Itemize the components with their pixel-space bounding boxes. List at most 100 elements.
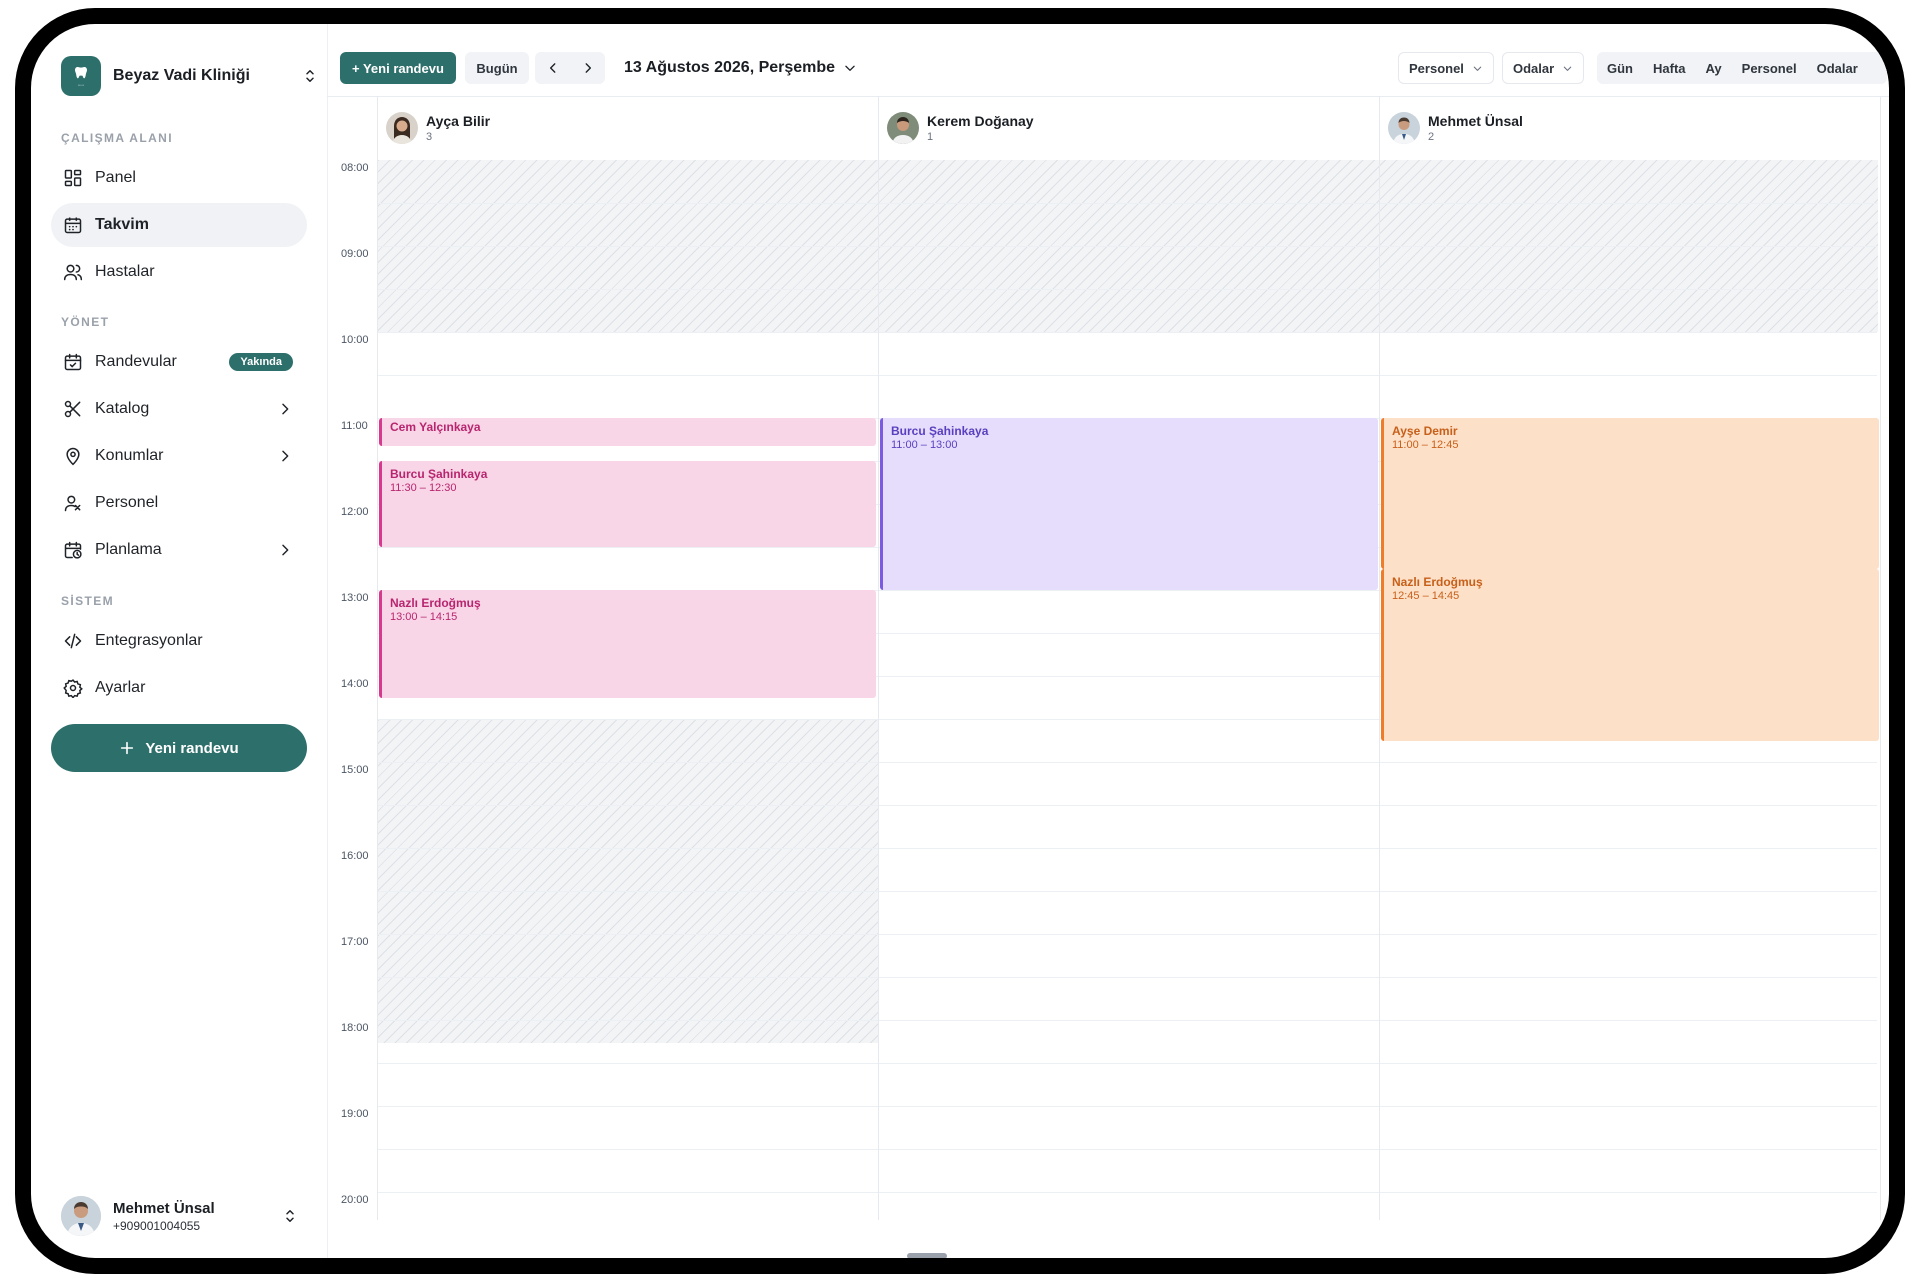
calendar-icon (64, 217, 82, 234)
appointment-time: 11:00 – 12:45 (1392, 439, 1459, 451)
sidebar-item-ayarlar[interactable]: Ayarlar (51, 666, 307, 710)
new-appointment-label: Yeni randevu (145, 739, 239, 757)
code-icon (64, 633, 82, 649)
grid-line (377, 203, 1877, 204)
tablet-frame: ••••• Beyaz Vadi Kliniği ÇALIŞMA ALANI P… (15, 8, 1905, 1274)
staff-name: Ayça Bilir (426, 113, 491, 129)
rooms-filter-label: Odalar (1513, 60, 1555, 76)
calendar-check-icon (64, 353, 82, 371)
grid-line (377, 246, 1877, 247)
hour-label: 11:00 (341, 420, 368, 432)
column-divider (1379, 160, 1380, 1220)
staff-column-header[interactable]: Mehmet Ünsal 2 (1380, 96, 1880, 160)
appointment-card[interactable]: Nazlı Erdoğmuş 13:00 – 14:15 (379, 590, 876, 698)
view-rooms[interactable]: Odalar (1807, 61, 1868, 76)
hour-label: 17:00 (341, 936, 369, 948)
new-appointment-button[interactable]: Yeni randevu (51, 724, 307, 772)
appointment-card[interactable]: Burcu Şahinkaya 11:30 – 12:30 (379, 461, 876, 547)
chevron-up-down-icon[interactable] (301, 67, 319, 85)
grid-line (377, 1149, 1877, 1150)
appointment-card[interactable]: Burcu Şahinkaya 11:00 – 13:00 (880, 418, 1378, 590)
today-button[interactable]: Bugün (465, 52, 529, 84)
view-week[interactable]: Hafta (1643, 61, 1696, 76)
plus-icon (121, 741, 134, 755)
appointment-card[interactable]: Nazlı Erdoğmuş 12:45 – 14:45 (1381, 569, 1879, 741)
chevron-right-icon[interactable] (581, 61, 595, 75)
time-grid: 08:00 09:00 10:00 11:00 12:00 13:00 14:0… (327, 160, 1889, 1258)
chevron-right-icon (282, 403, 289, 415)
sidebar-item-randevular[interactable]: Randevular Yakında (51, 340, 307, 384)
scissors-icon (64, 400, 81, 418)
chevron-down-icon (1563, 66, 1572, 71)
appointment-time: 12:45 – 14:45 (1392, 590, 1460, 602)
appointment-patient: Nazlı Erdoğmuş (390, 596, 481, 610)
clinic-name: Beyaz Vadi Kliniği (113, 67, 250, 84)
user-menu[interactable]: Mehmet Ünsal +909001004055 (61, 1192, 311, 1240)
hour-label: 20:00 (341, 1194, 369, 1206)
rooms-filter-dropdown[interactable]: Odalar (1502, 52, 1585, 84)
sidebar-item-label: Personel (95, 494, 159, 511)
appointment-card[interactable]: Ayşe Demir 11:00 – 12:45 (1381, 418, 1879, 569)
staff-column-header[interactable]: Ayça Bilir 3 (378, 96, 878, 160)
sidebar-item-konumlar[interactable]: Konumlar (51, 434, 307, 478)
unavailable-block (378, 720, 878, 1043)
hour-label: 10:00 (341, 334, 369, 346)
appointment-patient: Cem Yalçınkaya (390, 420, 481, 434)
appointment-count: 2 (1428, 131, 1435, 143)
sidebar-item-personel[interactable]: Personel (51, 481, 307, 525)
grid-line (377, 934, 1877, 935)
hour-label: 18:00 (341, 1022, 369, 1034)
appointment-card[interactable]: Cem Yalçınkaya (379, 418, 876, 446)
staff-name: Kerem Doğanay (927, 113, 1034, 129)
sidebar-item-label: Panel (95, 169, 136, 186)
scroll-handle[interactable] (907, 1253, 947, 1258)
section-label-manage: YÖNET (61, 315, 110, 329)
appointment-patient: Burcu Şahinkaya (390, 467, 488, 481)
column-divider (1880, 96, 1881, 160)
sidebar-item-katalog[interactable]: Katalog (51, 387, 307, 431)
sidebar-item-hastalar[interactable]: Hastalar (51, 250, 307, 294)
view-day[interactable]: Gün (1597, 61, 1643, 76)
staff-name: Mehmet Ünsal (1428, 113, 1523, 129)
gear-icon (63, 679, 83, 698)
grid-line (377, 848, 1877, 849)
calendar-clock-icon (64, 541, 82, 559)
view-month[interactable]: Ay (1696, 61, 1732, 76)
chevron-up-down-icon[interactable] (281, 1207, 299, 1225)
day-calendar: Ayça Bilir 3 Kerem Doğanay 1 Mehmet Ünsa… (327, 96, 1889, 1258)
hour-label: 12:00 (341, 506, 369, 518)
users-icon (63, 264, 83, 281)
app-screen: ••••• Beyaz Vadi Kliniği ÇALIŞMA ALANI P… (31, 24, 1889, 1258)
appointment-time: 13:00 – 14:15 (390, 611, 458, 623)
chevron-down-icon (845, 65, 855, 71)
staff-filter-dropdown[interactable]: Personel (1398, 52, 1494, 84)
sidebar-item-label: Katalog (95, 400, 150, 417)
hour-label: 08:00 (341, 162, 369, 174)
sidebar-item-entegrasyonlar[interactable]: Entegrasyonlar (51, 619, 307, 663)
user-name: Mehmet Ünsal (113, 1199, 215, 1217)
dashboard-icon (64, 169, 82, 187)
appointment-time: 11:30 – 12:30 (390, 482, 457, 494)
sidebar-item-panel[interactable]: Panel (51, 156, 307, 200)
staff-column-header[interactable]: Kerem Doğanay 1 (879, 96, 1379, 160)
sidebar-item-label: Randevular (95, 353, 177, 370)
sidebar-item-takvim[interactable]: Takvim (51, 203, 307, 247)
sidebar-item-planlama[interactable]: Planlama (51, 528, 307, 572)
sidebar-item-label: Konumlar (95, 447, 164, 464)
avatar (61, 1196, 101, 1236)
grid-line (377, 332, 1877, 333)
chevron-right-icon (282, 544, 289, 556)
hour-label: 09:00 (341, 248, 369, 260)
chevron-left-icon[interactable] (546, 61, 560, 75)
date-picker[interactable]: 13 Ağustos 2026, Perşembe (624, 52, 857, 84)
view-staff[interactable]: Personel (1732, 61, 1807, 76)
clinic-switcher[interactable]: ••••• Beyaz Vadi Kliniği (61, 54, 331, 98)
grid-line (377, 891, 1877, 892)
chevron-down-icon (1473, 66, 1482, 71)
new-appointment-toolbar-button[interactable]: + Yeni randevu (340, 52, 456, 84)
avatar (887, 112, 919, 144)
appointment-count: 1 (927, 131, 934, 143)
hour-label: 15:00 (341, 764, 369, 776)
staff-icon (64, 495, 81, 512)
view-switcher: Gün Hafta Ay Personel Odalar (1597, 52, 1887, 84)
